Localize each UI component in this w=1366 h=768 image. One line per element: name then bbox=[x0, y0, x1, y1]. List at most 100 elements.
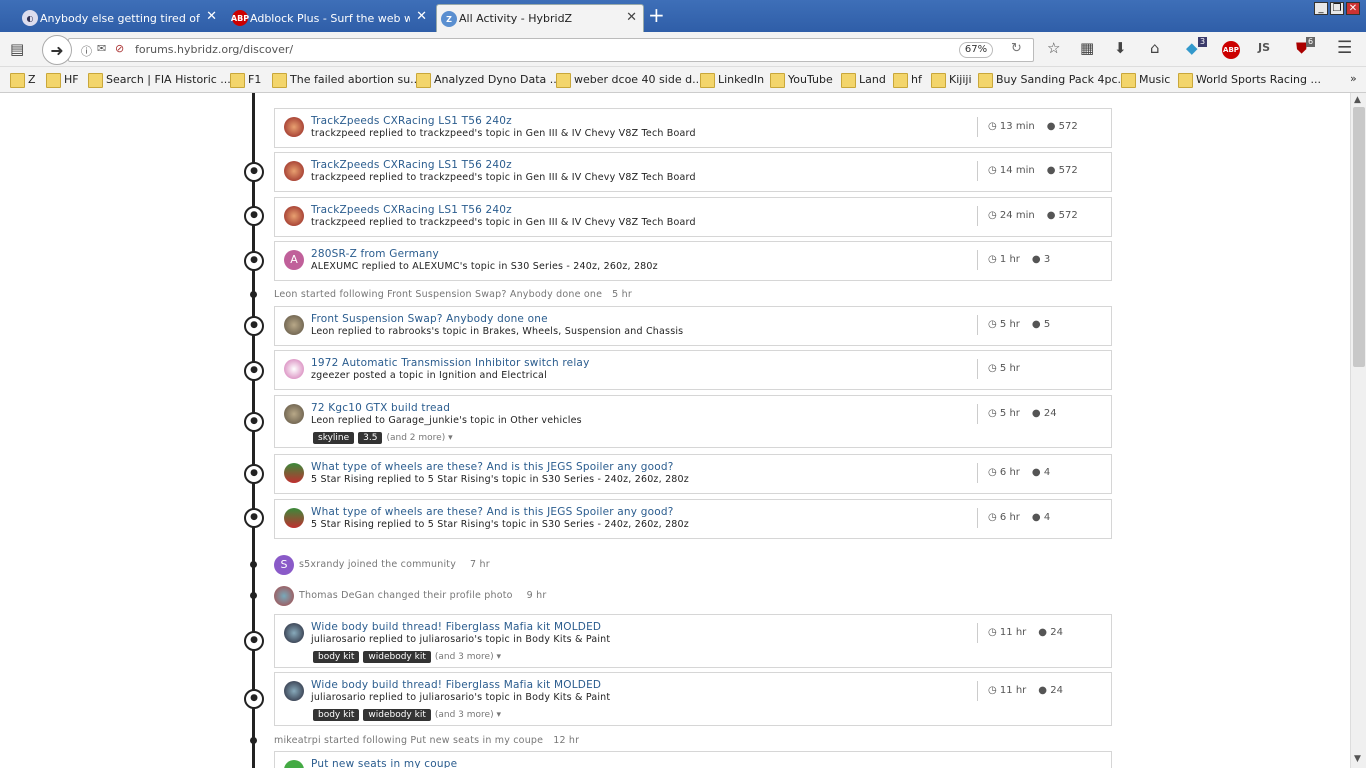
avatar[interactable] bbox=[284, 315, 304, 335]
item-meta: ◷ 11 hr ● 24 bbox=[977, 623, 1063, 643]
avatar[interactable] bbox=[284, 359, 304, 379]
tag[interactable]: 3.5 bbox=[358, 432, 383, 444]
time-ago: 5 hr bbox=[999, 408, 1020, 419]
scrollbar[interactable]: ▲ ▼ bbox=[1350, 93, 1366, 768]
tag[interactable]: body kit bbox=[313, 651, 360, 663]
chevron-down-icon[interactable]: ▾ bbox=[494, 652, 501, 662]
tab-1[interactable]: ◐ Anybody else getting tired of th ✕ bbox=[18, 4, 223, 32]
scroll-down-icon[interactable]: ▼ bbox=[1354, 754, 1361, 764]
avatar[interactable] bbox=[284, 681, 304, 701]
tag[interactable]: widebody kit bbox=[363, 651, 431, 663]
avatar[interactable]: A bbox=[284, 250, 304, 270]
bookmark-item[interactable]: The failed abortion su... bbox=[272, 73, 421, 88]
topic-link[interactable]: Wide body build thread! Fiberglass Mafia… bbox=[311, 621, 601, 633]
sidebar-icon[interactable]: ▤ bbox=[10, 40, 24, 58]
menu-icon[interactable]: ☰ bbox=[1337, 38, 1352, 58]
bookmark-item[interactable]: weber dcoe 40 side d... bbox=[556, 73, 703, 88]
event-text[interactable]: Thomas DeGan changed their profile photo bbox=[299, 590, 513, 601]
download-icon[interactable]: ⬇ bbox=[1114, 39, 1127, 57]
topic-link[interactable]: TrackZpeeds CXRacing LS1 T56 240z bbox=[311, 204, 512, 216]
avatar[interactable] bbox=[284, 623, 304, 643]
avatar[interactable] bbox=[274, 586, 294, 606]
new-tab-icon[interactable]: + bbox=[648, 5, 665, 25]
back-button[interactable]: ➜ bbox=[42, 35, 72, 65]
bookmark-item[interactable]: Analyzed Dyno Data ... bbox=[416, 73, 560, 88]
home-icon[interactable]: ⌂ bbox=[1150, 39, 1160, 57]
bookmark-item[interactable]: Land bbox=[841, 73, 886, 88]
tag[interactable]: widebody kit bbox=[363, 709, 431, 721]
topic-link[interactable]: 280SR-Z from Germany bbox=[311, 248, 439, 260]
minimize-icon[interactable]: _ bbox=[1314, 2, 1328, 15]
bookmark-item[interactable]: hf bbox=[893, 73, 922, 88]
extension-badge: 3 bbox=[1198, 37, 1208, 47]
avatar[interactable] bbox=[284, 463, 304, 483]
more-tags-link[interactable]: (and 3 more) bbox=[435, 652, 494, 662]
info-icon[interactable]: ⓘ bbox=[81, 43, 92, 59]
reload-icon[interactable]: ↻ bbox=[1011, 41, 1022, 56]
event-text[interactable]: s5xrandy joined the community bbox=[299, 559, 456, 570]
abp-icon[interactable]: ABP bbox=[1222, 41, 1240, 59]
topic-link[interactable]: What type of wheels are these? And is th… bbox=[311, 506, 673, 518]
time-ago: 11 hr bbox=[999, 685, 1027, 696]
tab-3-active[interactable]: Z All Activity - HybridZ ✕ bbox=[436, 4, 644, 32]
url-bar[interactable]: ⓘ ✉ ⊘ forums.hybridz.org/discover/ 67% ↻ bbox=[68, 38, 1034, 62]
avatar[interactable] bbox=[284, 404, 304, 424]
scroll-up-icon[interactable]: ▲ bbox=[1354, 95, 1361, 105]
topic-link[interactable]: Front Suspension Swap? Anybody done one bbox=[311, 313, 548, 325]
topic-link[interactable]: TrackZpeeds CXRacing LS1 T56 240z bbox=[311, 115, 512, 127]
bookmark-item[interactable]: YouTube bbox=[770, 73, 833, 88]
bookmark-star-icon[interactable]: ☆ bbox=[1047, 39, 1060, 57]
comment-bubble-icon: ● bbox=[244, 206, 264, 226]
close-window-icon[interactable]: ✕ bbox=[1346, 2, 1360, 15]
avatar[interactable] bbox=[284, 508, 304, 528]
chevron-down-icon[interactable]: ▾ bbox=[445, 433, 453, 443]
close-icon[interactable]: ✕ bbox=[626, 10, 637, 25]
close-icon[interactable]: ✕ bbox=[206, 9, 217, 24]
avatar[interactable] bbox=[284, 161, 304, 181]
bookmark-item[interactable]: Z bbox=[10, 73, 36, 88]
close-icon[interactable]: ✕ bbox=[416, 9, 427, 24]
restore-icon[interactable]: ❐ bbox=[1330, 2, 1344, 15]
topic-link[interactable]: 72 Kgc10 GTX build tread bbox=[311, 402, 450, 414]
avatar[interactable] bbox=[284, 117, 304, 137]
extension-icon[interactable]: ◆ bbox=[1186, 39, 1198, 57]
comment-bubble-icon: ● bbox=[244, 251, 264, 271]
permissions-icon[interactable]: ✉ bbox=[97, 42, 106, 55]
bookmark-item[interactable]: Search | FIA Historic ... bbox=[88, 73, 231, 88]
more-tags-link[interactable]: (and 3 more) bbox=[435, 710, 494, 720]
activity-description: Leon replied to Garage_junkie's topic in… bbox=[311, 415, 582, 426]
more-tags-link[interactable]: (and 2 more) bbox=[386, 433, 445, 443]
bookmark-item[interactable]: F1 bbox=[230, 73, 261, 88]
tag[interactable]: body kit bbox=[313, 709, 360, 721]
topic-link[interactable]: What type of wheels are these? And is th… bbox=[311, 461, 673, 473]
tag[interactable]: skyline bbox=[313, 432, 355, 444]
topic-link[interactable]: Put new seats in my coupe bbox=[311, 758, 457, 768]
avatar[interactable]: S bbox=[274, 555, 294, 575]
zoom-level[interactable]: 67% bbox=[959, 42, 993, 58]
chevron-more-icon[interactable]: » bbox=[1350, 72, 1357, 85]
bookmark-item[interactable]: Buy Sanding Pack 4pc... bbox=[978, 73, 1128, 88]
tab-2[interactable]: ABP Adblock Plus - Surf the web with ✕ bbox=[228, 4, 433, 32]
scrollbar-thumb[interactable] bbox=[1353, 107, 1365, 367]
topic-link[interactable]: 1972 Automatic Transmission Inhibitor sw… bbox=[311, 357, 589, 369]
event-text[interactable]: Leon started following Front Suspension … bbox=[274, 289, 602, 300]
clock-icon: ◷ bbox=[988, 121, 997, 132]
activity-item: Put new seats in my coupe bbox=[274, 751, 1112, 768]
topic-link[interactable]: Wide body build thread! Fiberglass Mafia… bbox=[311, 679, 601, 691]
chevron-down-icon[interactable]: ▾ bbox=[494, 710, 501, 720]
avatar[interactable] bbox=[284, 760, 304, 768]
bookmark-item[interactable]: HF bbox=[46, 73, 79, 88]
avatar[interactable] bbox=[284, 206, 304, 226]
item-meta: ◷ 5 hr bbox=[977, 359, 1020, 379]
bookmark-item[interactable]: LinkedIn bbox=[700, 73, 764, 88]
reader-list-icon[interactable]: ▦ bbox=[1080, 39, 1094, 57]
blocked-icon[interactable]: ⊘ bbox=[115, 42, 124, 55]
url-text[interactable]: forums.hybridz.org/discover/ bbox=[135, 43, 293, 56]
bookmark-item[interactable]: Music bbox=[1121, 73, 1170, 88]
event-text[interactable]: mikeatrpi started following Put new seat… bbox=[274, 735, 543, 746]
topic-link[interactable]: TrackZpeeds CXRacing LS1 T56 240z bbox=[311, 159, 512, 171]
comment-count: 24 bbox=[1043, 408, 1057, 419]
bookmark-item[interactable]: World Sports Racing ... bbox=[1178, 73, 1321, 88]
js-toggle[interactable]: JS bbox=[1258, 41, 1270, 54]
bookmark-item[interactable]: Kijiji bbox=[931, 73, 972, 88]
